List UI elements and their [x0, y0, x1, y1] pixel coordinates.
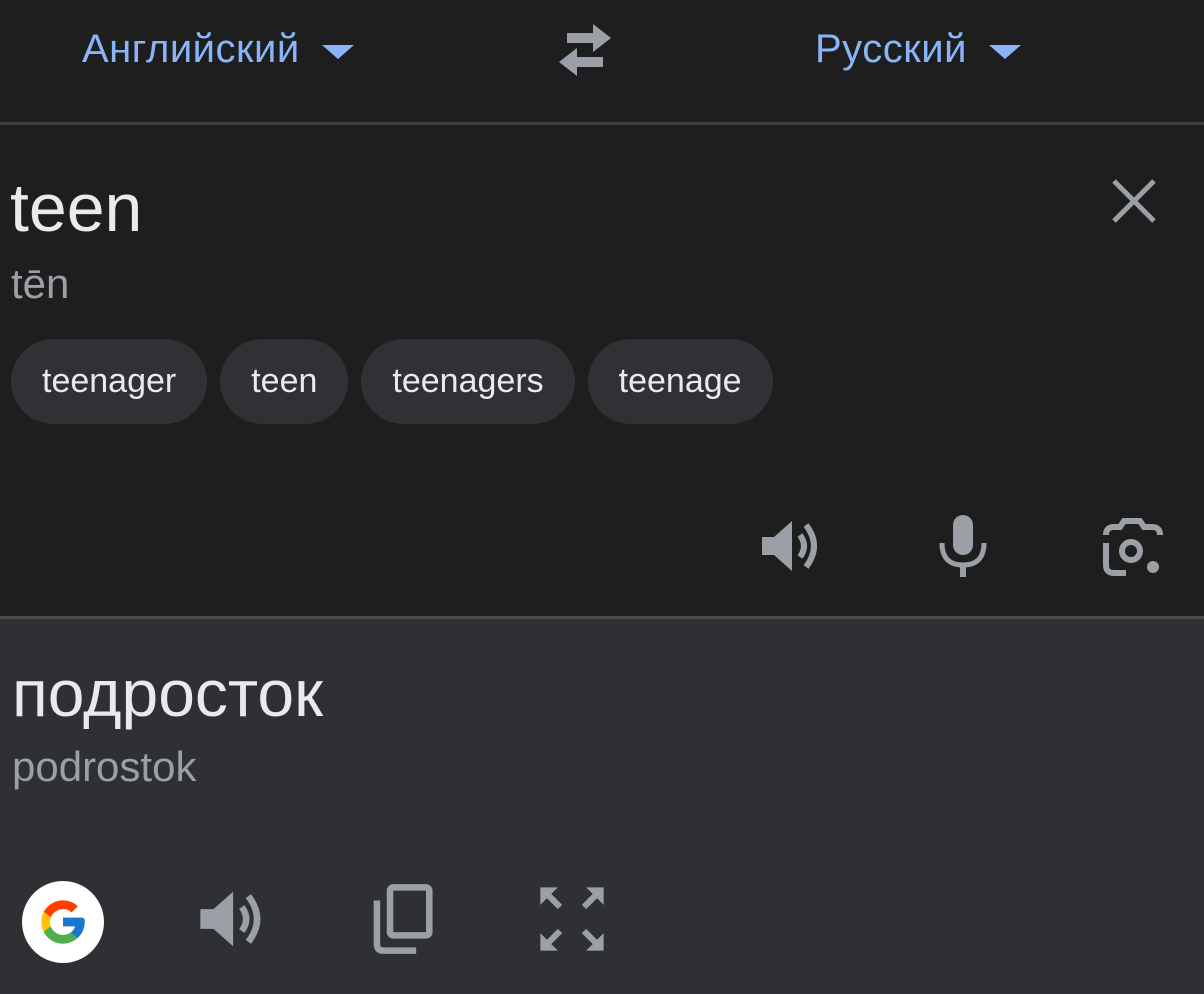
source-dropdown-caret-icon: [321, 45, 354, 59]
suggestion-chips: teenager teen teenagers teenage: [11, 339, 773, 424]
translation-listen-button[interactable]: [196, 883, 268, 955]
microphone-icon: [939, 515, 987, 577]
source-panel: teen tēn teenager teen teenagers teenage: [0, 125, 1204, 617]
camera-input-button[interactable]: [1100, 513, 1166, 579]
source-language-label: Английский: [82, 26, 300, 71]
target-language-selector[interactable]: Русский: [815, 22, 1021, 76]
swap-languages-icon: [559, 24, 611, 76]
camera-icon: [1103, 518, 1163, 576]
volume-icon: [762, 521, 817, 571]
target-dropdown-caret-icon: [988, 45, 1021, 59]
copy-translation-button[interactable]: [366, 883, 438, 955]
voice-input-button[interactable]: [930, 513, 996, 579]
suggestion-chip[interactable]: teenage: [587, 339, 773, 424]
translation-text: подросток: [12, 656, 323, 730]
language-bar: Английский Русский: [0, 0, 1204, 123]
close-icon: [1112, 179, 1156, 223]
volume-icon: [200, 891, 261, 947]
target-language-label: Русский: [815, 26, 967, 71]
fullscreen-icon: [540, 887, 604, 951]
source-input-text[interactable]: teen: [10, 165, 142, 251]
copy-icon: [373, 884, 433, 954]
result-panel: подросток podrostok: [0, 619, 1204, 994]
google-logo-icon: [41, 900, 85, 944]
suggestion-chip[interactable]: teenager: [11, 339, 208, 424]
suggestion-chip[interactable]: teen: [220, 339, 349, 424]
source-language-selector[interactable]: Английский: [82, 22, 354, 76]
fullscreen-button[interactable]: [536, 883, 608, 955]
clear-input-button[interactable]: [1106, 173, 1162, 229]
swap-languages-button[interactable]: [553, 22, 617, 78]
source-transliteration: tēn: [11, 260, 70, 307]
source-listen-button[interactable]: [758, 513, 824, 579]
google-search-button[interactable]: [22, 881, 104, 963]
suggestion-chip[interactable]: teenagers: [361, 339, 575, 424]
translation-transliteration: podrostok: [12, 743, 197, 790]
